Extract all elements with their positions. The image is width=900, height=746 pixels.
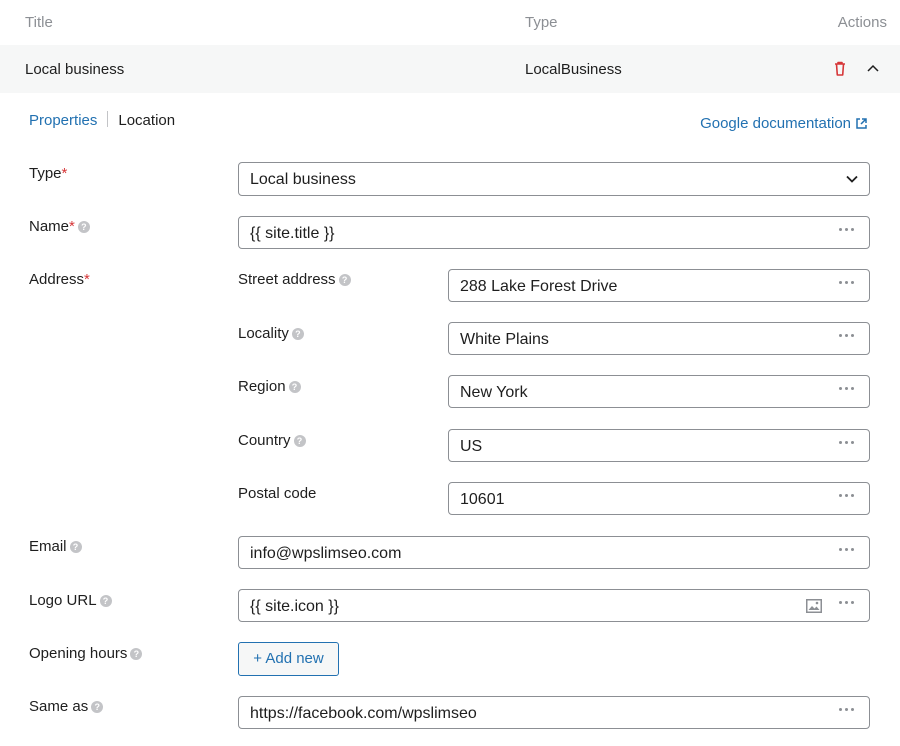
email-input[interactable]: info@wpslimseo.com <box>238 536 870 569</box>
column-type: Type <box>525 14 558 31</box>
street-address-value: 288 Lake Forest Drive <box>460 278 618 295</box>
same-as-label: Same as? <box>29 698 104 715</box>
tab-properties[interactable]: Properties <box>29 112 97 129</box>
chevron-up-icon[interactable] <box>864 60 882 78</box>
same-as-value: https://facebook.com/wpslimseo <box>250 705 477 722</box>
type-label: Type* <box>29 165 67 182</box>
email-label-text: Email <box>29 538 67 555</box>
help-icon[interactable]: ? <box>69 541 82 553</box>
required-marker: * <box>61 165 68 182</box>
schema-item-row[interactable]: Local business LocalBusiness <box>0 45 900 93</box>
logo-url-value: {{ site.icon }} <box>250 598 339 615</box>
google-documentation-label: Google documentation <box>700 115 851 132</box>
external-link-icon <box>856 118 867 129</box>
locality-label-text: Locality <box>238 325 289 342</box>
region-input[interactable]: New York <box>448 375 870 408</box>
chevron-down-icon <box>846 175 858 183</box>
name-input[interactable]: {{ site.title }} <box>238 216 870 249</box>
name-label: Name*? <box>29 218 90 235</box>
locality-input[interactable]: White Plains <box>448 322 870 355</box>
street-address-input[interactable]: 288 Lake Forest Drive <box>448 269 870 302</box>
more-options-icon[interactable] <box>839 708 859 716</box>
opening-hours-label: Opening hours? <box>29 645 143 662</box>
more-options-icon[interactable] <box>839 441 859 449</box>
column-actions: Actions <box>837 14 887 31</box>
help-icon[interactable]: ? <box>130 648 143 660</box>
postal-code-input[interactable]: 10601 <box>448 482 870 515</box>
postal-code-value: 10601 <box>460 491 505 508</box>
country-label-text: Country <box>238 432 291 449</box>
help-icon[interactable]: ? <box>91 701 104 713</box>
help-icon[interactable]: ? <box>293 435 306 447</box>
street-address-label: Street address? <box>238 271 351 288</box>
postal-code-label: Postal code <box>238 485 317 502</box>
email-value: info@wpslimseo.com <box>250 545 402 562</box>
address-label: Address* <box>29 271 90 288</box>
locality-value: White Plains <box>460 331 549 348</box>
region-value: New York <box>460 384 528 401</box>
tab-bar: Properties Location <box>29 111 175 129</box>
tab-location[interactable]: Location <box>118 112 175 129</box>
region-label-text: Region <box>238 378 286 395</box>
item-title: Local business <box>25 61 125 78</box>
country-value: US <box>460 438 483 455</box>
type-select[interactable]: Local business <box>238 162 870 196</box>
more-options-icon[interactable] <box>839 601 859 609</box>
add-opening-hours-button[interactable]: + Add new <box>238 642 339 676</box>
logo-url-label-text: Logo URL <box>29 592 97 609</box>
more-options-icon[interactable] <box>839 494 859 502</box>
type-select-value: Local business <box>250 171 356 188</box>
locality-label: Locality? <box>238 325 304 342</box>
more-options-icon[interactable] <box>839 228 859 236</box>
image-icon[interactable] <box>806 599 822 613</box>
help-icon[interactable]: ? <box>99 595 112 607</box>
country-input[interactable]: US <box>448 429 870 462</box>
more-options-icon[interactable] <box>839 334 859 342</box>
logo-url-label: Logo URL? <box>29 592 112 609</box>
more-options-icon[interactable] <box>839 548 859 556</box>
help-icon[interactable]: ? <box>77 221 90 233</box>
help-icon[interactable]: ? <box>291 328 304 340</box>
table-header: Title Type Actions <box>0 0 900 45</box>
name-label-text: Name <box>29 218 70 235</box>
opening-hours-label-text: Opening hours <box>29 645 128 662</box>
more-options-icon[interactable] <box>839 387 859 395</box>
column-title: Title <box>25 14 53 31</box>
tab-divider <box>107 111 109 127</box>
address-label-text: Address <box>29 271 85 288</box>
required-marker: * <box>84 271 90 288</box>
required-marker: * <box>69 218 75 235</box>
email-label: Email? <box>29 538 82 555</box>
help-icon[interactable]: ? <box>338 274 351 286</box>
logo-url-input[interactable]: {{ site.icon }} <box>238 589 870 622</box>
region-label: Region? <box>238 378 301 395</box>
name-input-value: {{ site.title }} <box>250 225 335 242</box>
same-as-label-text: Same as <box>29 698 89 715</box>
same-as-input[interactable]: https://facebook.com/wpslimseo <box>238 696 870 729</box>
item-type: LocalBusiness <box>525 61 622 78</box>
help-icon[interactable]: ? <box>288 381 301 393</box>
google-documentation-link[interactable]: Google documentation <box>700 115 868 132</box>
trash-icon[interactable] <box>832 60 848 78</box>
more-options-icon[interactable] <box>839 281 859 289</box>
street-address-label-text: Street address <box>238 271 336 288</box>
type-label-text: Type <box>29 165 62 182</box>
country-label: Country? <box>238 432 306 449</box>
